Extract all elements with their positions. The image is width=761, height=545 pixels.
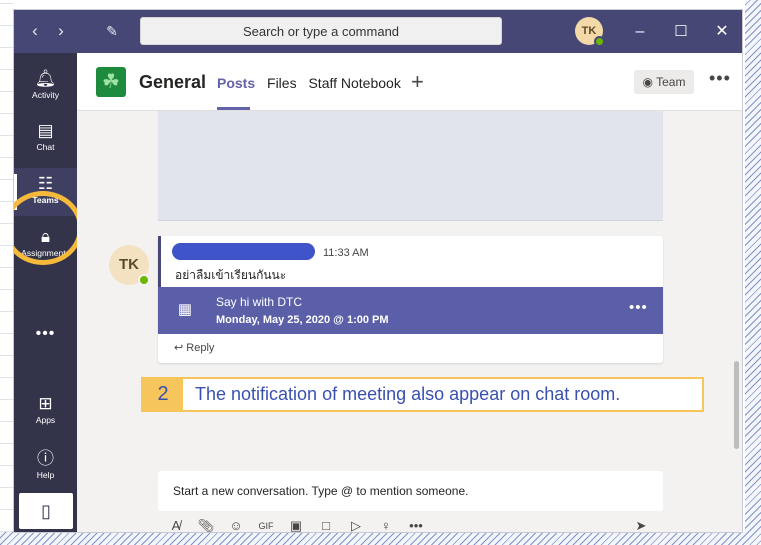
rail-item-activity[interactable]: 🔔︎ Activity [14, 63, 77, 111]
reply-button[interactable]: ↩ Reply [174, 341, 214, 354]
more-apps-icon[interactable]: ••• [14, 325, 77, 343]
forward-arrow-icon[interactable]: › [51, 21, 71, 41]
annotation-number: 2 [143, 379, 183, 410]
team-button-label: Team [656, 75, 686, 89]
avatar-initials: TK [581, 25, 597, 37]
meeting-title: Say hi with DTC [216, 295, 303, 309]
annotation-text: The notification of meeting also appear … [195, 384, 621, 404]
team-logo-icon: ☘ [96, 67, 126, 97]
format-icon[interactable]: A̸ [167, 517, 185, 532]
compose-box[interactable]: Start a new conversation. Type @ to ment… [158, 471, 663, 511]
rail-item-label: Apps [35, 415, 56, 425]
meeting-time: Monday, May 25, 2020 @ 1:00 PM [216, 314, 389, 326]
rail-item-label: Assignments [21, 248, 70, 258]
minimize-icon[interactable]: – [629, 22, 651, 42]
active-tab-indicator [217, 107, 250, 110]
eye-icon: ◉ [642, 75, 653, 89]
compose-toolbar: A̸ 📎︎ ☺ GIF ▣ □ ▷ ♀ ••• ➤ [167, 517, 662, 532]
more-tools-icon[interactable]: ••• [407, 517, 425, 532]
sticker-icon[interactable]: ▣ [287, 517, 305, 532]
back-arrow-icon[interactable]: ‹ [25, 21, 45, 41]
more-options-icon[interactable]: ••• [709, 68, 731, 89]
presence-available-icon [594, 36, 605, 47]
rail-item-teams[interactable]: ☷ Teams [14, 168, 77, 216]
reply-arrow-icon: ↩ [174, 342, 184, 354]
app-rail: 🔔︎ Activity ▤ Chat ☷ Teams 🔒︎ Assignment… [14, 53, 83, 532]
rail-item-label: Help [36, 470, 55, 480]
help-icon: ⓘ [37, 449, 54, 468]
gif-icon[interactable]: GIF [257, 517, 275, 532]
message-text: อย่าลืมเข้าเรียนกันนะ [175, 268, 287, 282]
mobile-device-icon[interactable]: ▯ [19, 493, 73, 529]
spreadsheet-edge [0, 0, 14, 532]
presence-available-icon [138, 274, 150, 286]
chat-icon: ▤ [37, 121, 54, 140]
rail-item-label: Teams [32, 195, 59, 205]
meeting-more-icon[interactable]: ••• [629, 299, 648, 316]
calendar-icon: ▦ [177, 301, 193, 318]
message-accent-bar [158, 236, 161, 287]
teams-icon: ☷ [37, 174, 54, 193]
team-button[interactable]: ◉ Team [634, 70, 694, 94]
tab-files[interactable]: Files [267, 75, 297, 91]
title-bar: ‹ › ✎ Search or type a command TK – ☐ ✕ [14, 10, 742, 53]
compose-placeholder: Start a new conversation. Type @ to ment… [173, 484, 469, 498]
assignments-icon: 🔒︎ [40, 227, 51, 246]
redacted-author-name [172, 243, 315, 260]
emoji-icon[interactable]: ☺ [227, 517, 245, 532]
rail-item-label: Activity [32, 90, 59, 100]
rail-item-label: Chat [36, 142, 55, 152]
praise-icon[interactable]: ♀ [377, 517, 395, 532]
scrollbar-thumb[interactable] [734, 361, 739, 449]
posts-area: TK 11:33 AM อย่าลืมเข้าเรียนกันนะ ▦ Say … [77, 111, 742, 532]
maximize-icon[interactable]: ☐ [670, 22, 692, 42]
channel-header: ☘ General Posts Files Staff Notebook + ◉… [77, 53, 742, 111]
teams-window: ‹ › ✎ Search or type a command TK – ☐ ✕ … [14, 10, 742, 532]
channel-tabs: Posts Files Staff Notebook [217, 75, 409, 91]
reply-label: Reply [186, 342, 215, 354]
avatar[interactable]: TK [575, 17, 605, 47]
rail-item-chat[interactable]: ▤ Chat [14, 115, 77, 163]
add-tab-icon[interactable]: + [411, 69, 424, 95]
send-icon[interactable]: ➤ [632, 517, 650, 532]
tab-staff-notebook[interactable]: Staff Notebook [308, 75, 400, 91]
meeting-card[interactable]: ▦ Say hi with DTC Monday, May 25, 2020 @… [158, 287, 663, 334]
compose-icon[interactable]: ✎ [102, 21, 122, 41]
rail-item-apps[interactable]: ⊞ Apps [14, 388, 77, 436]
close-icon[interactable]: ✕ [711, 22, 733, 42]
search-input[interactable]: Search or type a command [140, 17, 502, 45]
author-initials: TK [119, 256, 139, 273]
bell-icon: 🔔︎ [34, 69, 57, 88]
rail-item-assignments[interactable]: 🔒︎ Assignments [14, 221, 77, 269]
meet-now-icon[interactable]: □ [317, 517, 335, 532]
avatar[interactable]: TK [109, 245, 150, 286]
message-card: 11:33 AM อย่าลืมเข้าเรียนกันนะ ▦ Say hi … [158, 236, 663, 363]
rail-item-help[interactable]: ⓘ Help [14, 443, 77, 491]
apps-icon: ⊞ [38, 394, 53, 413]
message-time: 11:33 AM [323, 247, 369, 259]
tab-posts[interactable]: Posts [217, 75, 255, 91]
stream-icon[interactable]: ▷ [347, 517, 365, 532]
channel-title: General [139, 72, 207, 92]
previous-post-card [158, 111, 663, 221]
annotation-callout: 2 The notification of meeting also appea… [141, 377, 704, 412]
attach-icon[interactable]: 📎︎ [197, 517, 215, 532]
